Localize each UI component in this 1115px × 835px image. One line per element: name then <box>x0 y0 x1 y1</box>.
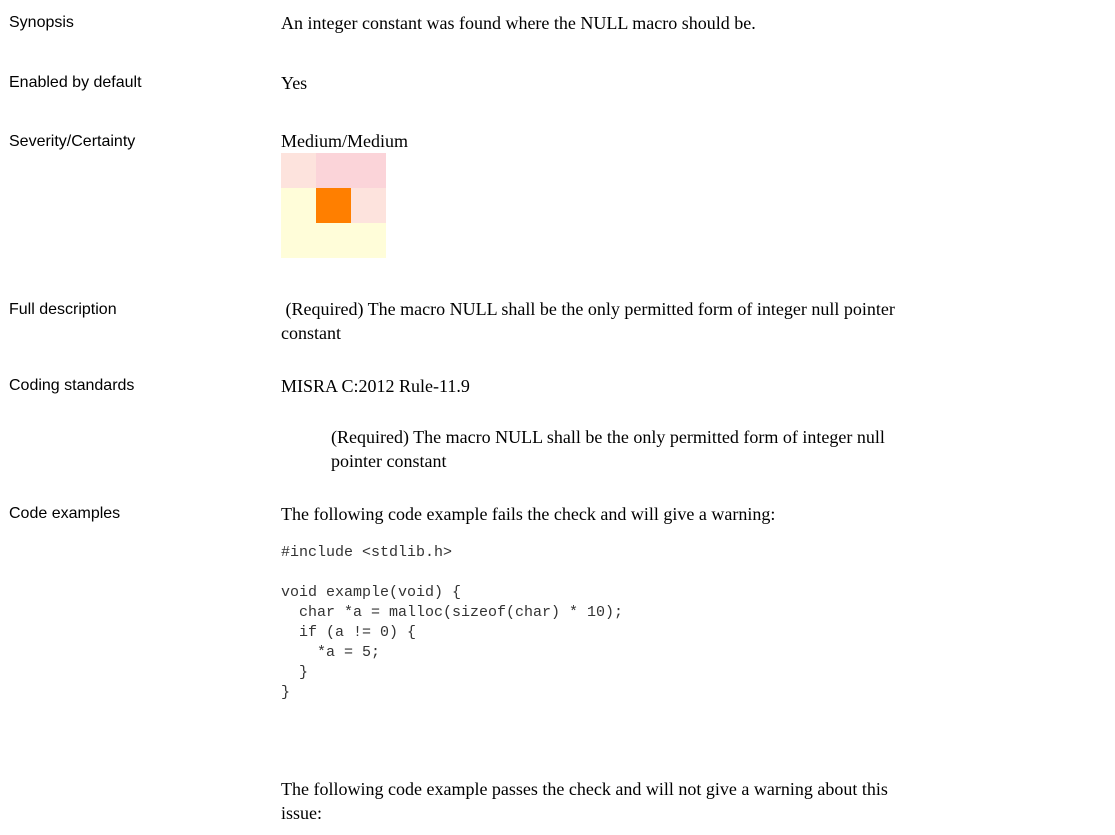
fail-example-intro: The following code example fails the che… <box>281 504 776 524</box>
severity-certainty-matrix <box>281 153 386 258</box>
coding-standard-name: MISRA C:2012 Rule-11.9 <box>281 376 470 396</box>
pass-example-intro-line-1: The following code example passes the ch… <box>281 779 888 799</box>
matrix-cell <box>351 153 386 188</box>
matrix-cell <box>281 188 316 223</box>
enabled-value: Yes <box>281 73 308 93</box>
matrix-cell <box>351 188 386 223</box>
severity-value: Medium/Medium <box>281 131 408 151</box>
coding-standards-label: Coding standards <box>9 377 135 394</box>
full-description-label: Full description <box>9 301 117 318</box>
severity-label: Severity/Certainty <box>9 133 136 150</box>
code-examples-label: Code examples <box>9 505 121 522</box>
matrix-cell <box>281 153 316 188</box>
full-description-line-2: constant <box>281 323 341 343</box>
pass-example-intro-line-2: issue: <box>281 803 323 823</box>
enabled-label: Enabled by default <box>9 74 142 91</box>
matrix-cell <box>316 223 351 258</box>
matrix-cell <box>281 223 316 258</box>
full-description-line-1: (Required) The macro NULL shall be the o… <box>281 299 895 319</box>
matrix-cell <box>351 223 386 258</box>
matrix-cell-highlighted <box>316 188 351 223</box>
coding-standard-desc-line-2: pointer constant <box>331 451 447 471</box>
matrix-cell <box>316 153 351 188</box>
synopsis-label: Synopsis <box>9 14 74 31</box>
synopsis-text: An integer constant was found where the … <box>281 13 756 33</box>
coding-standard-desc-line-1: (Required) The macro NULL shall be the o… <box>331 427 885 447</box>
fail-code-block: #include <stdlib.h> void example(void) {… <box>281 544 624 701</box>
